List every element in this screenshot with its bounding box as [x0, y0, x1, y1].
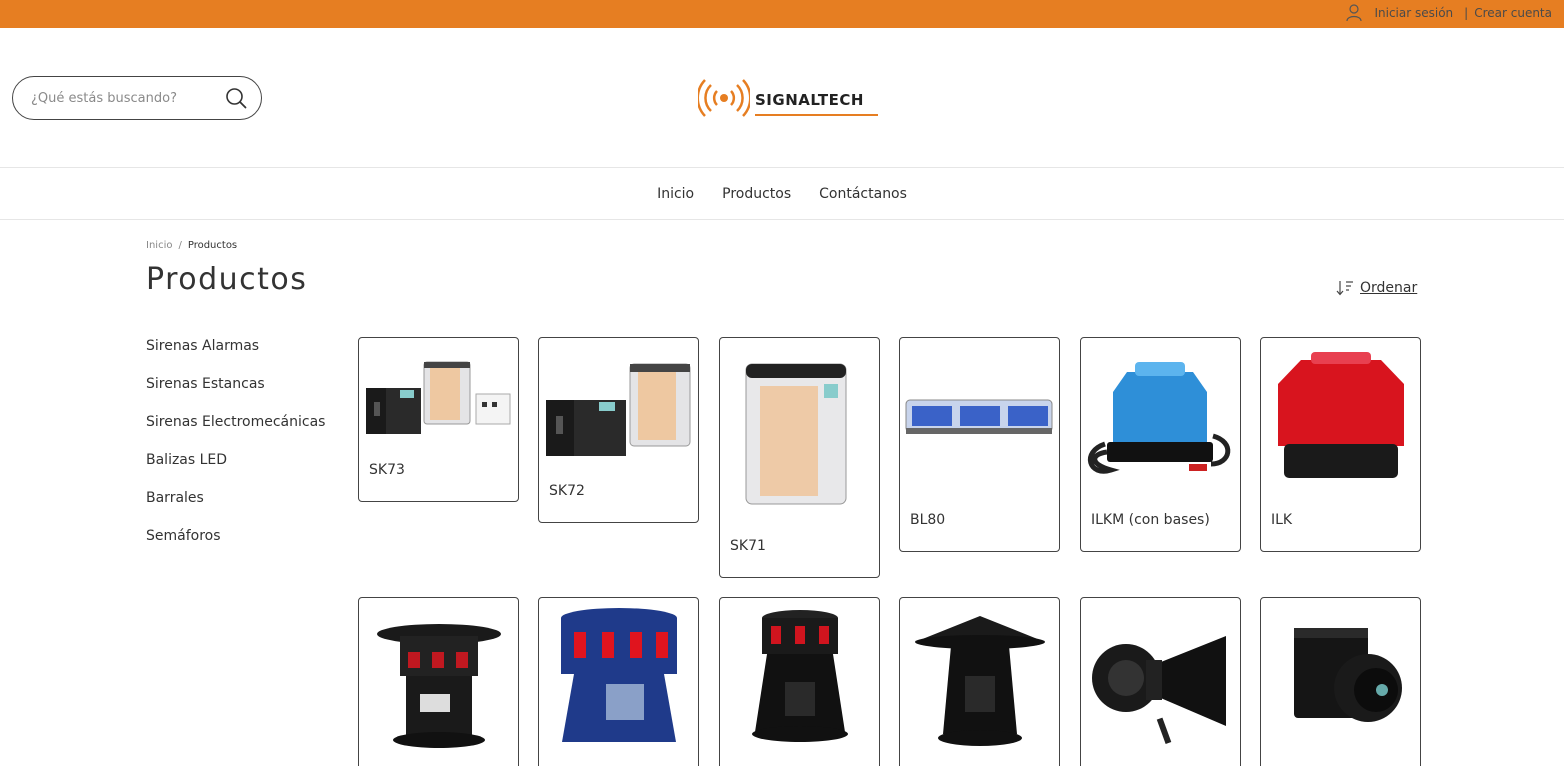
page-title: Productos — [146, 262, 308, 297]
box-siren-horn-image — [1294, 628, 1402, 722]
sort-label[interactable]: Ordenar — [1360, 280, 1417, 296]
site-header: SIGNALTECH — [0, 28, 1564, 168]
horn-siren-image — [1092, 636, 1226, 745]
sort-icon — [1336, 281, 1353, 296]
product-card[interactable] — [899, 597, 1060, 766]
black-siren-red-lights-image — [752, 610, 848, 742]
product-card-sk72[interactable]: SK72 — [538, 337, 699, 523]
signup-link[interactable]: Crear cuenta — [1474, 6, 1552, 20]
product-name[interactable]: SK71 — [730, 538, 766, 554]
product-card-bl80[interactable]: BL80 — [899, 337, 1060, 552]
top-bar: Iniciar sesión | Crear cuenta — [0, 0, 1564, 28]
product-name[interactable]: BL80 — [910, 512, 945, 528]
category-item[interactable]: Barrales — [146, 489, 325, 527]
product-card-sk71[interactable]: SK71 — [719, 337, 880, 578]
product-name[interactable]: ILKM (con bases) — [1091, 512, 1210, 528]
login-link[interactable]: Iniciar sesión — [1374, 6, 1453, 20]
breadcrumb-current: Productos — [187, 240, 238, 251]
category-list: Sirenas Alarmas Sirenas Estancas Sirenas… — [146, 337, 325, 565]
nav-item-inicio[interactable]: Inicio — [657, 186, 694, 202]
product-name[interactable]: ILK — [1271, 512, 1292, 528]
product-name[interactable]: SK72 — [549, 483, 585, 499]
search-input[interactable] — [31, 88, 211, 108]
product-card[interactable] — [1260, 597, 1421, 766]
electromechanical-siren-hood-image — [377, 624, 501, 748]
category-item[interactable]: Sirenas Alarmas — [146, 337, 325, 375]
category-item[interactable]: Sirenas Electromecánicas — [146, 413, 325, 451]
sort-button[interactable]: Ordenar — [1336, 280, 1417, 296]
product-card-ilkm[interactable]: ILKM (con bases) — [1080, 337, 1241, 552]
blue-electromechanical-siren-image — [561, 608, 677, 742]
product-card[interactable] — [358, 597, 519, 766]
breadcrumb-separator: / — [178, 240, 182, 251]
siren-box-set-image — [366, 361, 511, 434]
account-links: Iniciar sesión | Crear cuenta — [1346, 4, 1552, 22]
breadcrumb: Inicio / Productos — [146, 240, 237, 251]
product-card-sk73[interactable]: SK73 — [358, 337, 519, 502]
account-separator: | — [1464, 6, 1469, 20]
category-item[interactable]: Balizas LED — [146, 451, 325, 489]
nav-item-contactanos[interactable]: Contáctanos — [819, 186, 907, 202]
product-card[interactable] — [538, 597, 699, 766]
site-logo[interactable]: SIGNALTECH — [698, 78, 882, 120]
siren-with-hood-image — [915, 616, 1045, 746]
siren-box-pair-image — [546, 363, 691, 456]
logo-wordmark: SIGNALTECH — [755, 91, 864, 109]
logo-underline — [755, 114, 878, 116]
blue-lightbar-image — [905, 399, 1053, 434]
blue-beacon-image — [1087, 362, 1231, 474]
main-nav: Inicio Productos Contáctanos — [0, 169, 1564, 220]
category-item[interactable]: Semáforos — [146, 527, 325, 565]
product-name[interactable]: SK73 — [369, 462, 405, 478]
search-box[interactable] — [12, 76, 262, 120]
category-item[interactable]: Sirenas Estancas — [146, 375, 325, 413]
search-icon[interactable] — [225, 87, 247, 109]
breadcrumb-home[interactable]: Inicio — [146, 240, 172, 251]
user-icon[interactable] — [1346, 4, 1363, 22]
signal-waves-icon — [698, 79, 750, 117]
nav-item-productos[interactable]: Productos — [722, 186, 791, 202]
red-beacon-image — [1278, 352, 1404, 478]
product-card-ilk[interactable]: ILK — [1260, 337, 1421, 552]
product-card[interactable] — [719, 597, 880, 766]
siren-box-tall-image — [745, 363, 847, 505]
product-card[interactable] — [1080, 597, 1241, 766]
